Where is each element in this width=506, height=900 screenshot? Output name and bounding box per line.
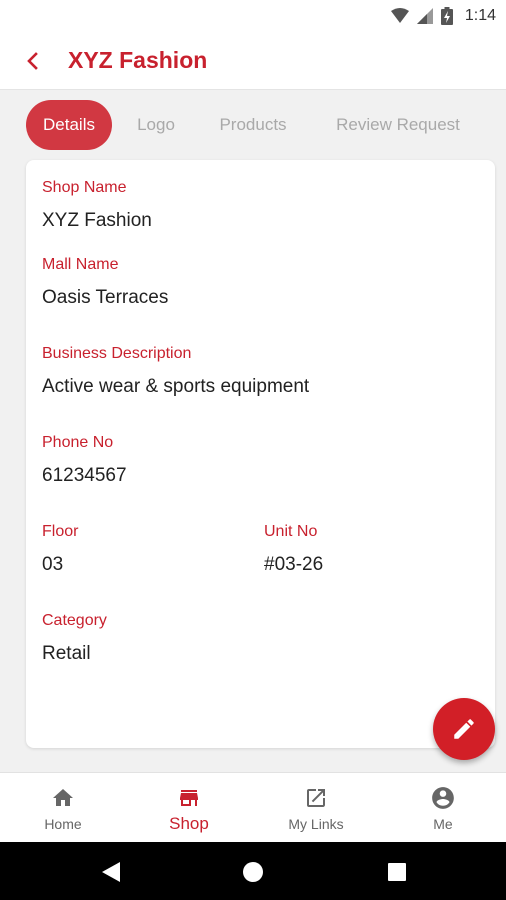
nav-item-me[interactable]: Me xyxy=(380,773,506,843)
nav-label-home: Home xyxy=(44,816,82,832)
tab-logo[interactable]: Logo xyxy=(124,100,188,150)
tab-details[interactable]: Details xyxy=(26,100,112,150)
phone-no-value: 61234567 xyxy=(42,465,127,486)
pencil-icon xyxy=(454,719,474,739)
wifi-icon xyxy=(390,8,409,23)
nav-label-shop: Shop xyxy=(169,814,209,833)
category-label: Category xyxy=(42,612,107,629)
battery-icon xyxy=(440,7,453,25)
shop-name-value: XYZ Fashion xyxy=(42,210,152,231)
nav-label-me: Me xyxy=(433,816,453,832)
tab-bar: Details Logo Products Review Request xyxy=(0,100,506,152)
category-value: Retail xyxy=(42,643,91,664)
tab-products[interactable]: Products xyxy=(206,100,300,150)
bottom-navigation: Home Shop My Links Me xyxy=(0,772,506,842)
system-back-button[interactable] xyxy=(98,859,124,885)
nav-item-home[interactable]: Home xyxy=(0,773,126,843)
home-icon xyxy=(53,789,73,806)
back-button[interactable] xyxy=(18,46,48,76)
store-icon xyxy=(180,790,198,806)
nav-item-my-links[interactable]: My Links xyxy=(253,773,379,843)
circle-home-icon xyxy=(243,862,263,882)
business-description-value: Active wear & sports equipment xyxy=(42,376,310,397)
mall-name-label: Mall Name xyxy=(42,256,119,273)
floor-label: Floor xyxy=(42,523,79,540)
system-home-button[interactable] xyxy=(240,859,266,885)
business-description-label: Business Description xyxy=(42,345,192,362)
external-link-icon xyxy=(307,789,325,807)
status-icons: 1:14 xyxy=(390,6,496,26)
shop-details-card: Shop Name XYZ Fashion Mall Name Oasis Te… xyxy=(26,160,495,748)
system-navigation-bar xyxy=(0,842,506,900)
system-recents-button[interactable] xyxy=(384,859,410,885)
triangle-back-icon xyxy=(102,862,120,882)
nav-label-my-links: My Links xyxy=(288,816,344,832)
account-circle-icon xyxy=(432,787,454,809)
square-recents-icon xyxy=(388,863,406,881)
status-bar: 1:14 xyxy=(0,0,506,32)
mall-name-value: Oasis Terraces xyxy=(42,287,169,308)
app-bar: XYZ Fashion xyxy=(0,32,506,90)
tab-review-request[interactable]: Review Request xyxy=(322,100,474,150)
floor-value: 03 xyxy=(42,554,64,575)
page-title: XYZ Fashion xyxy=(68,47,208,73)
phone-no-label: Phone No xyxy=(42,434,114,451)
edit-fab-button[interactable] xyxy=(433,698,495,760)
nav-item-shop[interactable]: Shop xyxy=(126,773,252,843)
shop-name-label: Shop Name xyxy=(42,179,127,196)
chevron-left-icon xyxy=(27,52,38,70)
status-time: 1:14 xyxy=(464,7,496,24)
unit-no-label: Unit No xyxy=(264,523,318,540)
signal-icon xyxy=(416,8,433,24)
unit-no-value: #03-26 xyxy=(264,554,324,575)
